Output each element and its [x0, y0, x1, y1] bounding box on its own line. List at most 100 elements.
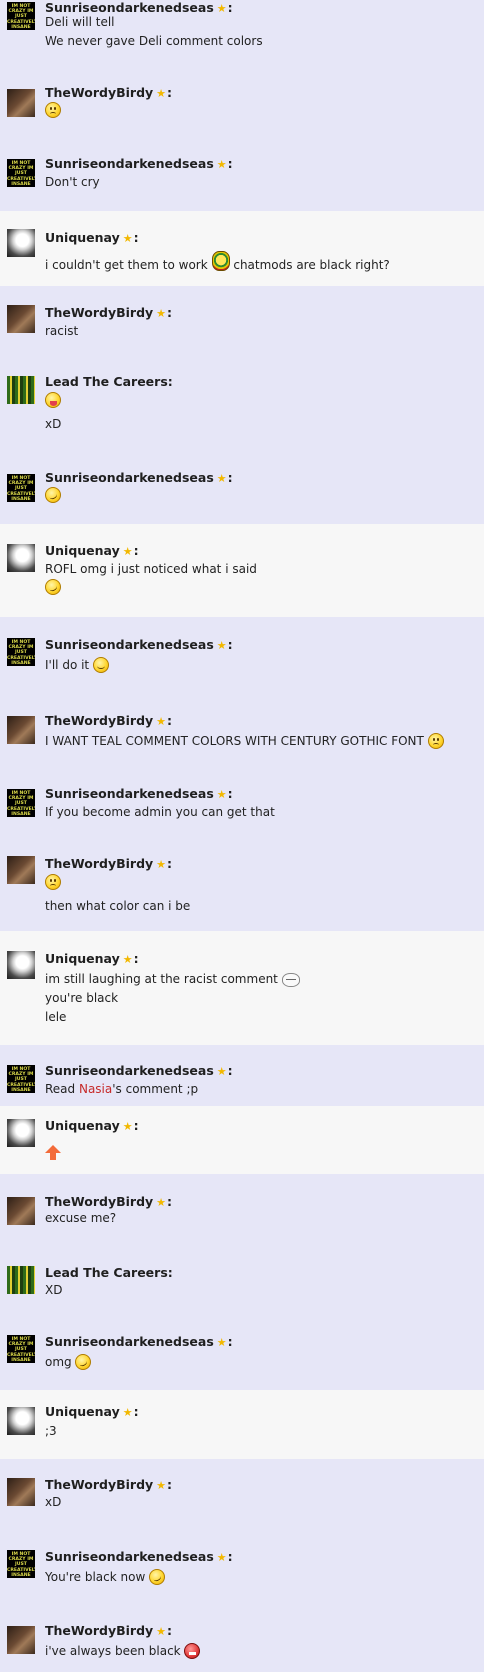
avatar[interactable]: IM NOT CRAZY IM JUST CREATIVELY INSANE: [7, 789, 35, 817]
username[interactable]: TheWordyBirdy ★:: [45, 305, 172, 320]
avatar[interactable]: [7, 1626, 35, 1654]
username[interactable]: TheWordyBirdy ★:: [45, 1623, 172, 1638]
avatar[interactable]: [7, 1197, 35, 1225]
message-text: We never gave Deli comment colors: [45, 34, 263, 48]
chat-message: TheWordyBirdy ★: i've always been black: [0, 1601, 484, 1672]
avatar[interactable]: IM NOT CRAZY IM JUST CREATIVELY INSANE: [7, 1335, 35, 1363]
username[interactable]: TheWordyBirdy ★:: [45, 713, 172, 728]
chat-message: IM NOT CRAZY IM JUST CREATIVELY INSANE S…: [0, 1045, 484, 1106]
star-icon: ★: [216, 472, 227, 485]
chat-message: TheWordyBirdy ★: then what color can i be: [0, 844, 484, 931]
message-text: excuse me?: [45, 1211, 117, 1225]
chat-message: TheWordyBirdy ★: excuse me?: [0, 1174, 484, 1259]
star-icon: ★: [122, 1406, 133, 1419]
chat-message: Lead The Careers: XD: [0, 1259, 484, 1328]
smile-emoticon-icon: [92, 657, 109, 673]
user-mention-link[interactable]: Nasia: [79, 1082, 112, 1096]
username[interactable]: Sunriseondarkenedseas ★:: [45, 786, 233, 801]
username[interactable]: Uniquenay ★:: [45, 951, 139, 966]
chat-message: IM NOT CRAZY IM JUST CREATIVELY INSANE S…: [0, 777, 484, 844]
message-text: im still laughing at the racist comment: [45, 972, 300, 987]
star-icon: ★: [156, 307, 167, 320]
username[interactable]: Lead The Careers:: [45, 1265, 173, 1280]
avatar[interactable]: [7, 229, 35, 257]
username[interactable]: TheWordyBirdy ★:: [45, 1194, 172, 1209]
chat-message: IM NOT CRAZY IM JUST CREATIVELY INSANE S…: [0, 0, 484, 62]
username[interactable]: Uniquenay ★:: [45, 1118, 139, 1133]
avatar[interactable]: IM NOT CRAZY IM JUST CREATIVELY INSANE: [7, 638, 35, 666]
message-text: i couldn't get them to work chatmods are…: [45, 251, 390, 272]
message-text: lele: [45, 1010, 67, 1024]
sad-emoticon-icon: [427, 733, 444, 749]
message-text: [45, 1140, 61, 1160]
avatar[interactable]: [7, 1119, 35, 1147]
avatar[interactable]: [7, 1266, 35, 1294]
avatar[interactable]: [7, 1478, 35, 1506]
username[interactable]: Sunriseondarkenedseas ★:: [45, 156, 233, 171]
message-text: omg: [45, 1354, 92, 1370]
username[interactable]: Lead The Careers:: [45, 374, 173, 389]
star-icon: ★: [216, 788, 227, 801]
message-text: then what color can i be: [45, 899, 191, 913]
avatar[interactable]: [7, 544, 35, 572]
star-icon: ★: [122, 1120, 133, 1133]
message-text: xD: [45, 1495, 62, 1509]
laugh-emoticon-icon: [149, 1569, 166, 1585]
chat-message: IM NOT CRAZY IM JUST CREATIVELY INSANE S…: [0, 458, 484, 524]
sad-emoticon-icon: [45, 874, 61, 890]
username[interactable]: Sunriseondarkenedseas ★:: [45, 1549, 233, 1564]
laugh-emoticon-icon: [45, 579, 61, 595]
username[interactable]: Uniquenay ★:: [45, 1404, 139, 1419]
username[interactable]: TheWordyBirdy ★:: [45, 856, 172, 871]
username[interactable]: Sunriseondarkenedseas ★:: [45, 0, 233, 15]
avatar[interactable]: [7, 856, 35, 884]
star-icon: ★: [122, 953, 133, 966]
avatar[interactable]: IM NOT CRAZY IM JUST CREATIVELY INSANE: [7, 159, 35, 187]
avatar[interactable]: IM NOT CRAZY IM JUST CREATIVELY INSANE: [7, 474, 35, 502]
star-icon: ★: [122, 545, 133, 558]
avatar[interactable]: [7, 951, 35, 979]
username[interactable]: TheWordyBirdy ★:: [45, 85, 172, 100]
chat-message: IM NOT CRAZY IM JUST CREATIVELY INSANE S…: [0, 145, 484, 211]
username[interactable]: TheWordyBirdy ★:: [45, 1477, 172, 1492]
star-icon: ★: [156, 715, 167, 728]
avatar[interactable]: [7, 305, 35, 333]
username[interactable]: Sunriseondarkenedseas ★:: [45, 637, 233, 652]
chat-message: TheWordyBirdy ★:: [0, 62, 484, 145]
avatar[interactable]: [7, 89, 35, 117]
rasta-emoticon-icon: [211, 251, 230, 271]
username[interactable]: Uniquenay ★:: [45, 543, 139, 558]
avatar[interactable]: IM NOT CRAZY IM JUST CREATIVELY INSANE: [7, 2, 35, 30]
message-text: I'll do it: [45, 657, 109, 673]
username[interactable]: Sunriseondarkenedseas ★:: [45, 470, 233, 485]
message-text: ;3: [45, 1424, 57, 1438]
star-icon: ★: [156, 1196, 167, 1209]
star-icon: ★: [156, 1625, 167, 1638]
message-text: Read Nasia's comment ;p: [45, 1082, 199, 1096]
meh-emoticon-icon: [281, 973, 300, 987]
message-text: XD: [45, 1283, 63, 1297]
avatar[interactable]: [7, 716, 35, 744]
username[interactable]: Uniquenay ★:: [45, 230, 139, 245]
message-text: If you become admin you can get that: [45, 805, 275, 819]
avatar[interactable]: [7, 1407, 35, 1435]
chat-message: Uniquenay ★:: [0, 1106, 484, 1174]
username[interactable]: Sunriseondarkenedseas ★:: [45, 1334, 233, 1349]
chat-message: TheWordyBirdy ★: racist: [0, 286, 484, 356]
star-icon: ★: [216, 639, 227, 652]
avatar[interactable]: IM NOT CRAZY IM JUST CREATIVELY INSANE: [7, 1550, 35, 1578]
angry-emoticon-icon: [184, 1643, 201, 1659]
avatar[interactable]: IM NOT CRAZY IM JUST CREATIVELY INSANE: [7, 1065, 35, 1093]
message-text: You're black now: [45, 1569, 166, 1585]
message-text: I WANT TEAL COMMENT COLORS WITH CENTURY …: [45, 733, 444, 749]
username[interactable]: Sunriseondarkenedseas ★:: [45, 1063, 233, 1078]
up-arrow-icon: [45, 1145, 61, 1160]
star-icon: ★: [122, 232, 133, 245]
star-icon: ★: [216, 1336, 227, 1349]
avatar[interactable]: [7, 376, 35, 404]
laugh-emoticon-icon: [45, 487, 61, 503]
message-text: [45, 874, 61, 890]
message-text: [45, 102, 61, 118]
message-text: racist: [45, 324, 79, 338]
message-text: xD: [45, 417, 62, 431]
